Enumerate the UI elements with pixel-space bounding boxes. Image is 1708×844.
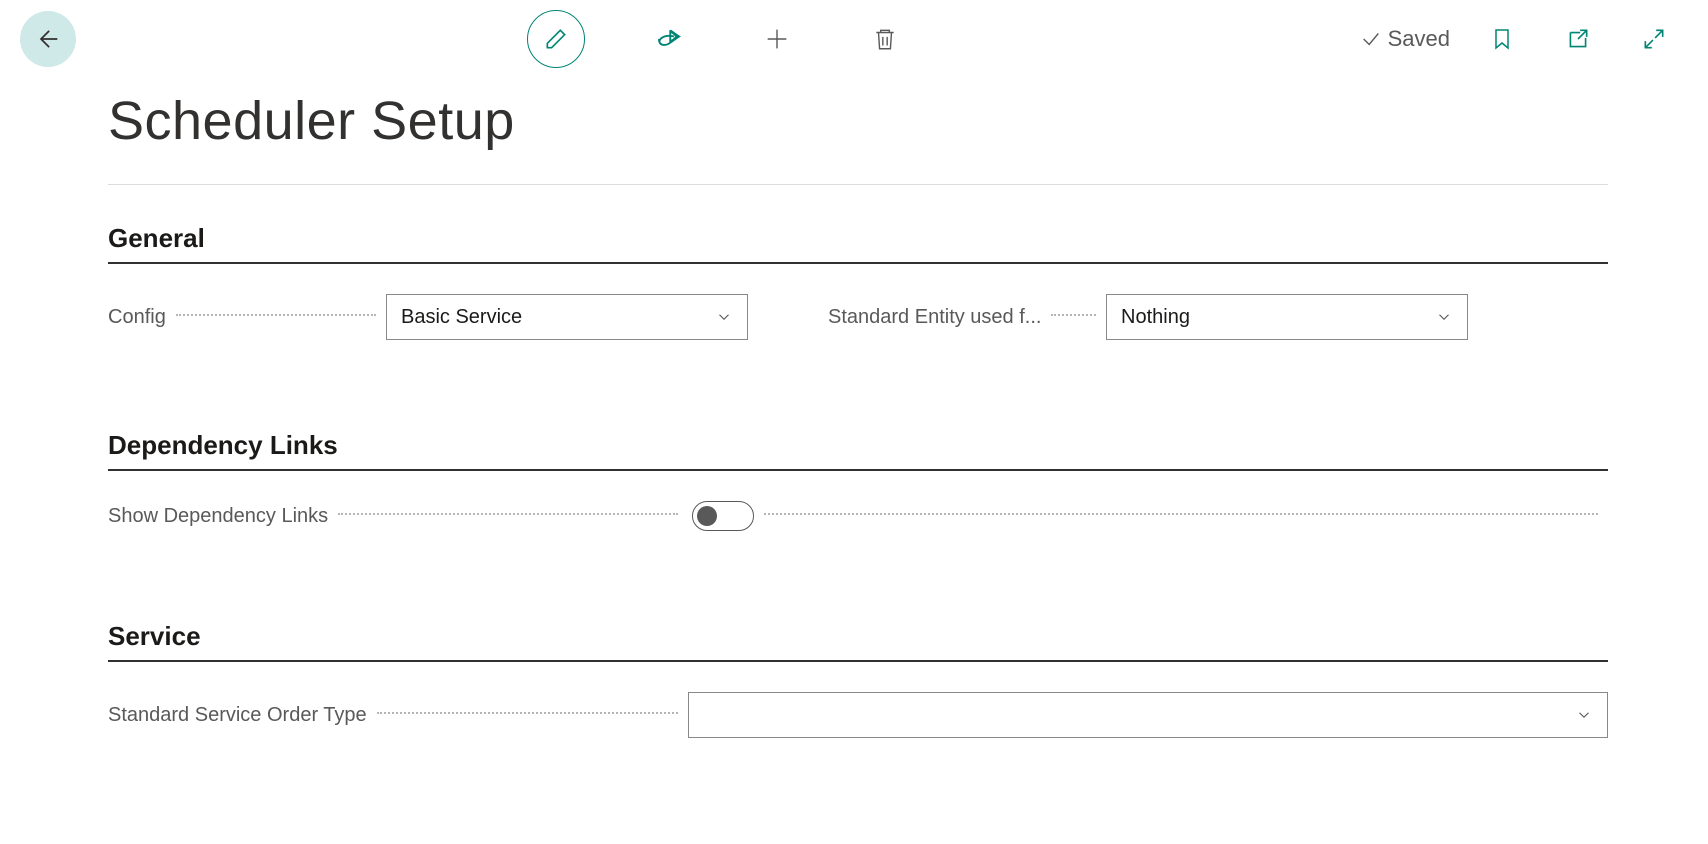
field-show-links: Show Dependency Links xyxy=(108,501,1608,531)
section-header-general: General xyxy=(108,223,1608,264)
dots xyxy=(338,513,678,515)
general-fields-row: Config Basic Service Standard Entity use… xyxy=(108,294,1608,340)
order-type-label: Standard Service Order Type xyxy=(108,704,367,727)
plus-icon xyxy=(763,25,791,53)
label-wrap: Config xyxy=(108,306,386,329)
toolbar: Saved xyxy=(0,0,1708,78)
section-general: General Config Basic Service Standard En… xyxy=(108,223,1608,340)
dots xyxy=(1051,314,1096,316)
entity-select[interactable]: Nothing xyxy=(1106,294,1468,340)
chevron-down-icon xyxy=(715,308,733,326)
arrow-left-icon xyxy=(34,25,62,53)
dots xyxy=(764,513,1598,515)
dots xyxy=(377,712,678,714)
toolbar-center xyxy=(76,10,1360,68)
toggle-knob xyxy=(697,506,717,526)
section-service: Service Standard Service Order Type xyxy=(108,621,1608,738)
config-select[interactable]: Basic Service xyxy=(386,294,748,340)
order-type-select[interactable] xyxy=(688,692,1608,738)
entity-value: Nothing xyxy=(1121,306,1190,329)
field-order-type: Standard Service Order Type xyxy=(108,692,1608,738)
pencil-icon xyxy=(543,26,569,52)
field-entity: Standard Entity used f... Nothing xyxy=(828,294,1468,340)
show-links-label: Show Dependency Links xyxy=(108,505,328,528)
entity-label: Standard Entity used f... xyxy=(828,306,1041,329)
chevron-down-icon xyxy=(1575,706,1593,724)
title-divider xyxy=(108,184,1608,185)
new-button[interactable] xyxy=(753,15,801,63)
dots xyxy=(176,314,376,316)
show-links-toggle[interactable] xyxy=(692,501,754,531)
label-wrap: Standard Service Order Type xyxy=(108,704,688,727)
chevron-down-icon xyxy=(1435,308,1453,326)
popout-button[interactable] xyxy=(1554,15,1602,63)
toolbar-right: Saved xyxy=(1360,15,1688,63)
share-icon xyxy=(654,24,684,54)
expand-button[interactable] xyxy=(1630,15,1678,63)
section-header-service: Service xyxy=(108,621,1608,662)
saved-indicator: Saved xyxy=(1360,26,1450,52)
label-wrap: Standard Entity used f... xyxy=(828,306,1106,329)
back-button[interactable] xyxy=(20,11,76,67)
expand-icon xyxy=(1641,26,1667,52)
section-dependency: Dependency Links Show Dependency Links xyxy=(108,430,1608,531)
page-title: Scheduler Setup xyxy=(108,90,1608,152)
trash-icon xyxy=(872,26,898,52)
popout-icon xyxy=(1565,26,1591,52)
config-label: Config xyxy=(108,306,166,329)
bookmark-button[interactable] xyxy=(1478,15,1526,63)
edit-button[interactable] xyxy=(527,10,585,68)
saved-label: Saved xyxy=(1388,26,1450,52)
check-icon xyxy=(1360,28,1382,50)
page-body: Scheduler Setup General Config Basic Ser… xyxy=(0,90,1708,738)
field-config: Config Basic Service xyxy=(108,294,748,340)
bookmark-icon xyxy=(1490,24,1514,54)
config-value: Basic Service xyxy=(401,306,522,329)
section-header-dependency: Dependency Links xyxy=(108,430,1608,471)
label-wrap: Show Dependency Links xyxy=(108,505,688,528)
share-button[interactable] xyxy=(645,15,693,63)
delete-button[interactable] xyxy=(861,15,909,63)
